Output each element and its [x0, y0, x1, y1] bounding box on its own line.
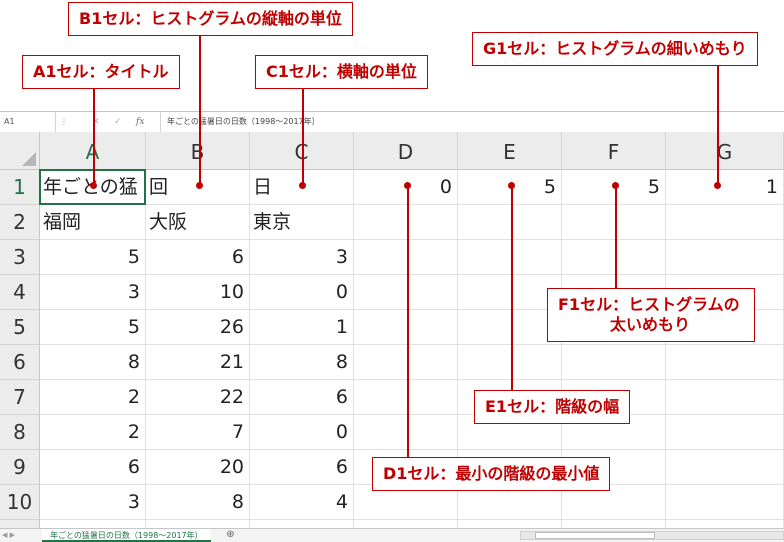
row-header-11[interactable]: 11: [0, 520, 40, 528]
cell-b6[interactable]: 21: [146, 345, 250, 380]
callout-c1: C1セル：横軸の単位: [255, 55, 428, 89]
cell-b8[interactable]: 7: [146, 415, 250, 450]
horizontal-scrollbar[interactable]: [520, 531, 784, 540]
row-header-1[interactable]: 1: [0, 170, 40, 205]
sheet-nav-arrows-icon[interactable]: ◀ ▶: [2, 529, 15, 542]
sheet-tab-bar: ◀ ▶ 年ごとの猛暑日の日数（1998〜2017年） ⊕: [0, 528, 784, 542]
row-header-4[interactable]: 4: [0, 275, 40, 310]
cell-b9[interactable]: 20: [146, 450, 250, 485]
column-header-b[interactable]: B: [146, 132, 250, 170]
cell-f2[interactable]: [562, 205, 666, 240]
marker-dot-a1: [90, 182, 97, 189]
marker-dot-g1: [714, 182, 721, 189]
marker-dot-e1: [508, 182, 515, 189]
cell-a8[interactable]: 2: [40, 415, 146, 450]
callout-b1: B1セル：ヒストグラムの縦軸の単位: [68, 2, 353, 36]
callout-g1: G1セル：ヒストグラムの細いめもり: [472, 32, 758, 66]
cell-b11[interactable]: 17: [146, 520, 250, 528]
leader-line-f1: [615, 186, 617, 289]
row-header-9[interactable]: 9: [0, 450, 40, 485]
marker-dot-c1: [299, 182, 306, 189]
cell-a2[interactable]: 福岡: [40, 205, 146, 240]
cell-a4[interactable]: 3: [40, 275, 146, 310]
cell-e2[interactable]: [458, 205, 562, 240]
cell-a7[interactable]: 2: [40, 380, 146, 415]
callout-a1: A1セル：タイトル: [22, 55, 180, 89]
add-sheet-icon[interactable]: ⊕: [224, 529, 237, 541]
cell-g1[interactable]: 1: [666, 170, 784, 205]
callout-f1-line2: 太いめもり: [610, 315, 691, 334]
name-box[interactable]: A1: [0, 112, 56, 132]
cell-b7[interactable]: 22: [146, 380, 250, 415]
more-options-icon[interactable]: ⋮: [58, 112, 70, 132]
formula-bar: A1 ⋮ ✕ ✓ fx 年ごとの猛暑日の日数（1998〜2017年）: [0, 111, 784, 133]
cell-c6[interactable]: 8: [250, 345, 354, 380]
cell-c5[interactable]: 1: [250, 310, 354, 345]
cell-c11[interactable]: 3: [250, 520, 354, 528]
row-header-6[interactable]: 6: [0, 345, 40, 380]
leader-line-b1: [199, 32, 201, 186]
leader-line-g1: [717, 64, 719, 186]
callout-e1: E1セル：階級の幅: [474, 390, 631, 424]
leader-line-c1: [302, 86, 304, 186]
column-header-e[interactable]: E: [458, 132, 562, 170]
row-header-3[interactable]: 3: [0, 240, 40, 275]
cell-c4[interactable]: 0: [250, 275, 354, 310]
cell-c9[interactable]: 6: [250, 450, 354, 485]
column-header-d[interactable]: D: [354, 132, 458, 170]
cell-b3[interactable]: 6: [146, 240, 250, 275]
row-header-2[interactable]: 2: [0, 205, 40, 240]
cell-a3[interactable]: 5: [40, 240, 146, 275]
scrollbar-thumb[interactable]: [535, 532, 655, 539]
callout-f1-line1: F1セル：ヒストグラムの: [558, 295, 740, 314]
cell-a5[interactable]: 5: [40, 310, 146, 345]
cell-c3[interactable]: 3: [250, 240, 354, 275]
cell-a11[interactable]: 6: [40, 520, 146, 528]
cell-c8[interactable]: 0: [250, 415, 354, 450]
select-all-button[interactable]: [0, 132, 40, 170]
cell-c10[interactable]: 4: [250, 485, 354, 520]
empty-cells-g: [666, 240, 784, 528]
cell-a9[interactable]: 6: [40, 450, 146, 485]
cell-b10[interactable]: 8: [146, 485, 250, 520]
leader-line-a1: [93, 86, 95, 186]
marker-dot-d1: [404, 182, 411, 189]
row-header-7[interactable]: 7: [0, 380, 40, 415]
column-header-g[interactable]: G: [666, 132, 784, 170]
row-header-5[interactable]: 5: [0, 310, 40, 345]
formula-input[interactable]: 年ごとの猛暑日の日数（1998〜2017年）: [160, 112, 784, 132]
insert-function-icon[interactable]: fx: [136, 112, 144, 132]
cell-a6[interactable]: 8: [40, 345, 146, 380]
cell-g2[interactable]: [666, 205, 784, 240]
cell-b2[interactable]: 大阪: [146, 205, 250, 240]
enter-icon[interactable]: ✓: [114, 112, 122, 132]
marker-dot-b1: [196, 182, 203, 189]
callout-d1: D1セル：最小の階級の最小値: [372, 457, 611, 491]
cell-c2[interactable]: 東京: [250, 205, 354, 240]
cell-c7[interactable]: 6: [250, 380, 354, 415]
cell-d2[interactable]: [354, 205, 458, 240]
row-header-8[interactable]: 8: [0, 415, 40, 450]
marker-dot-f1: [612, 182, 619, 189]
callout-f1: F1セル：ヒストグラムの 太いめもり: [547, 288, 755, 342]
cell-b4[interactable]: 10: [146, 275, 250, 310]
sheet-tab-active[interactable]: 年ごとの猛暑日の日数（1998〜2017年）: [42, 529, 211, 542]
row-header-10[interactable]: 10: [0, 485, 40, 520]
leader-line-e1: [511, 186, 513, 391]
leader-line-d1: [407, 186, 409, 458]
column-header-f[interactable]: F: [562, 132, 666, 170]
cell-b5[interactable]: 26: [146, 310, 250, 345]
cell-a10[interactable]: 3: [40, 485, 146, 520]
